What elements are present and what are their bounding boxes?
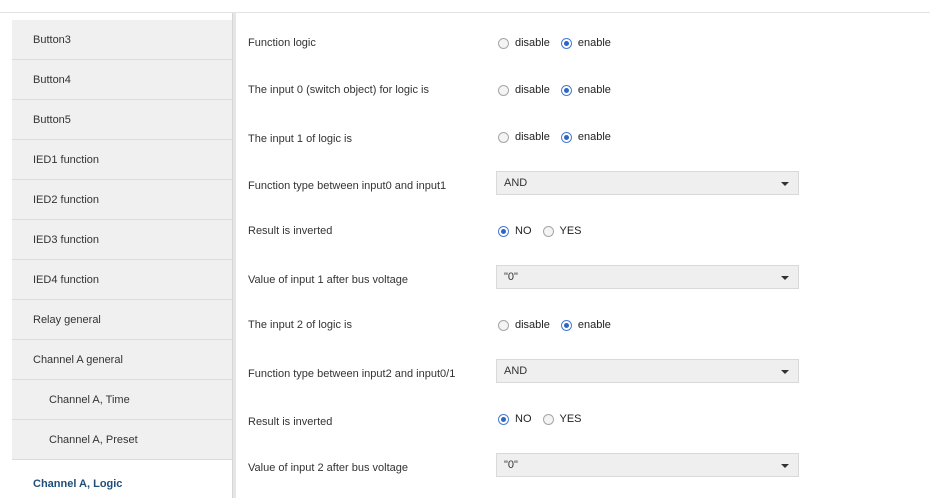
radio-enable[interactable] [560,319,572,331]
radio-group-input0: disable enable [498,84,622,96]
sidebar-item-channel-a-general[interactable]: Channel A general [12,340,232,380]
param-label: The input 2 of logic is [248,319,352,331]
sidebar-item-ied1-function[interactable]: IED1 function [12,140,232,180]
sidebar-item-ied4-function[interactable]: IED4 function [12,260,232,300]
radio-group-input2: disable enable [498,319,622,331]
radio-label-disable: disable [515,131,550,143]
param-row-function-logic: Function logic disable enable [248,31,928,55]
param-row-value-input2: Value of input 2 after bus voltage "0" [248,453,928,477]
param-label: Function type between input2 and input0/… [248,367,456,380]
radio-label-yes: YES [559,413,582,425]
sidebar-item-ied3-function[interactable]: IED3 function [12,220,232,260]
chevron-down-icon [781,370,789,374]
param-label: Function type between input0 and input1 [248,179,447,192]
chevron-down-icon [781,182,789,186]
sidebar-item-ied2-function[interactable]: IED2 function [12,180,232,220]
param-row-result-inverted-1: Result is inverted NO YES [248,219,928,243]
sidebar-item-label: IED4 function [33,273,100,286]
param-label: Value of input 2 after bus voltage [248,461,409,474]
function-type-0-1-dropdown[interactable]: AND [496,171,799,195]
sidebar-item-button5[interactable]: Button5 [12,100,232,140]
value-input2-dropdown[interactable]: "0" [496,453,799,477]
param-row-function-type-2-01: Function type between input2 and input0/… [248,359,928,383]
sidebar-item-channel-a-logic[interactable]: Channel A, Logic [12,466,232,502]
dropdown-value: AND [504,177,528,189]
radio-group-function-logic: disable enable [498,37,622,49]
radio-no[interactable] [498,413,509,425]
param-label: The input 0 (switch object) for logic is [248,84,429,96]
param-row-input1: The input 1 of logic is disable enable [248,125,928,149]
radio-disable[interactable] [498,37,509,49]
radio-group-input1: disable enable [498,131,622,143]
dropdown-value: "0" [504,459,518,471]
param-row-result-inverted-2: Result is inverted NO YES [248,407,928,431]
sidebar-item-button3[interactable]: Button3 [12,20,232,60]
radio-enable[interactable] [560,131,572,143]
dropdown-value: "0" [504,271,518,283]
param-row-input2: The input 2 of logic is disable enable [248,313,928,337]
radio-yes[interactable] [542,225,554,237]
param-row-function-type-0-1: Function type between input0 and input1 … [248,171,928,195]
function-type-2-01-dropdown[interactable]: AND [496,359,799,383]
radio-label-enable: enable [577,131,611,143]
sidebar-item-channel-a-time[interactable]: Channel A, Time [12,380,232,420]
radio-label-no: NO [515,413,532,425]
value-input1-dropdown[interactable]: "0" [496,265,799,289]
param-row-value-input1: Value of input 1 after bus voltage "0" [248,265,928,289]
sidebar-divider [232,13,236,498]
param-label: Result is inverted [248,415,333,428]
sidebar-item-label: Channel A, Time [49,393,130,406]
sidebar-item-label: IED1 function [33,153,100,166]
sidebar-item-label: Channel A, Preset [49,433,138,446]
radio-label-yes: YES [559,225,582,237]
sidebar-item-label: Button3 [33,33,71,46]
chevron-down-icon [781,464,789,468]
sidebar-item-label: Channel A general [33,353,123,366]
radio-label-enable: enable [577,84,611,96]
radio-label-disable: disable [515,37,550,49]
radio-label-enable: enable [577,37,611,49]
sidebar-item-button4[interactable]: Button4 [12,60,232,100]
radio-group-result-inverted-2: NO YES [498,413,593,425]
chevron-down-icon [781,276,789,280]
param-label: Result is inverted [248,225,333,237]
dropdown-value: AND [504,365,528,377]
radio-label-no: NO [515,225,532,237]
sidebar-item-relay-general[interactable]: Relay general [12,300,232,340]
radio-enable[interactable] [560,84,572,96]
radio-group-result-inverted-1: NO YES [498,225,593,237]
sidebar-item-label: IED3 function [33,233,100,246]
sidebar-item-label: Channel A, Logic [33,478,123,490]
radio-yes[interactable] [542,413,554,425]
sidebar-item-label: Button5 [33,113,71,126]
sidebar-item-label: Button4 [33,73,71,86]
sidebar: Button3 Button4 Button5 IED1 function IE… [0,0,236,502]
sidebar-item-label: Relay general [33,313,101,326]
radio-label-disable: disable [515,84,550,96]
param-label: Function logic [248,37,316,49]
param-row-input0: The input 0 (switch object) for logic is… [248,78,928,102]
radio-label-disable: disable [515,319,550,331]
param-label: Value of input 1 after bus voltage [248,273,409,286]
param-label: The input 1 of logic is [248,133,352,146]
radio-no[interactable] [498,225,509,237]
sidebar-item-label: IED2 function [33,193,100,206]
sidebar-item-channel-a-preset[interactable]: Channel A, Preset [12,420,232,460]
radio-disable[interactable] [498,319,509,331]
radio-label-enable: enable [577,319,611,331]
radio-disable[interactable] [498,84,509,96]
radio-enable[interactable] [560,37,572,49]
radio-disable[interactable] [498,131,509,143]
